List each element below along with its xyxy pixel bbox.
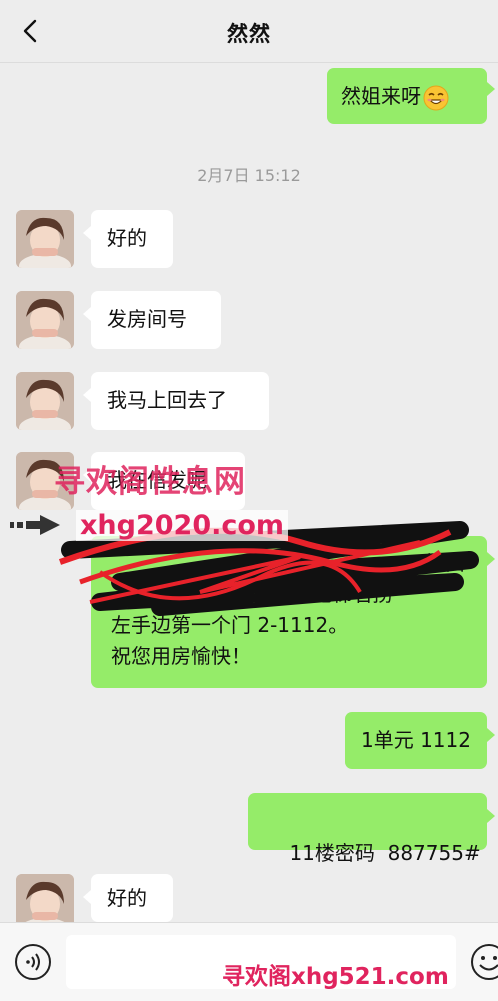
watermark-domain: xhg2020.com: [76, 510, 289, 541]
bubble-tail: [487, 809, 495, 823]
message-text: 我马上回去了: [107, 388, 227, 412]
bubble-tail: [487, 728, 495, 742]
message-text: 1单元 1112: [361, 728, 471, 752]
input-bar: 寻欢阁xhg521.com: [0, 922, 498, 1001]
message-bubble-outgoing[interactable]: 楼西 一单)11楼，出电梯右拐 左手边第一个门 2-1112。 祝您用房愉快！: [91, 536, 487, 688]
bubble-tail: [83, 307, 91, 321]
bubble-tail: [83, 890, 91, 904]
message-text: 然姐来呀: [341, 84, 421, 108]
bubble-tail: [487, 552, 495, 566]
emoji-icon[interactable]: [470, 943, 498, 981]
bubble-tail: [83, 388, 91, 402]
avatar-photo: [16, 291, 74, 349]
contact-avatar[interactable]: [16, 372, 74, 430]
message-text: 发房间号: [107, 307, 187, 331]
message-text: 11楼密码 887755#: [289, 841, 481, 865]
message-text: 好的: [107, 226, 147, 250]
message-bubble-incoming[interactable]: 好的: [91, 210, 173, 268]
grinning-face-emoji-icon: [423, 85, 449, 110]
avatar-photo: [16, 372, 74, 430]
message-line: 左手边第一个门 2-1112。: [111, 613, 349, 637]
message-line: 楼西: [425, 551, 465, 575]
watermark-site-name: 寻欢阁性息网: [54, 464, 246, 500]
message-bubble-incoming[interactable]: 发房间号: [91, 291, 221, 349]
message-text: 好的: [107, 886, 147, 910]
contact-avatar[interactable]: [16, 210, 74, 268]
message-bubble-incoming[interactable]: 我马上回去了: [91, 372, 269, 430]
watermark-bottom: 寻欢阁xhg521.com: [222, 964, 449, 990]
arrow-right-icon: [10, 515, 60, 535]
voice-input-icon[interactable]: [14, 943, 52, 981]
message-timestamp: 2月7日 15:12: [197, 166, 301, 185]
message-bubble-outgoing[interactable]: 1单元 1112: [345, 712, 487, 769]
bubble-tail: [83, 226, 91, 240]
message-bubble-outgoing[interactable]: 11楼密码 887755#: [248, 793, 487, 865]
chat-messages[interactable]: 然姐来呀 2月7日 15:12 好的 发房间号 我马上回去了 我在信发呢 楼西 …: [0, 62, 498, 932]
avatar-photo: [16, 210, 74, 268]
contact-avatar[interactable]: [16, 291, 74, 349]
message-line: 一单)11楼，出电梯右拐: [179, 582, 393, 606]
message-bubble-incoming[interactable]: 好的: [91, 874, 173, 922]
nav-bar: 然然: [0, 0, 498, 63]
message-line: 祝您用房愉快！: [111, 644, 251, 668]
chat-title: 然然: [227, 22, 271, 46]
message-bubble-outgoing[interactable]: 然姐来呀: [327, 68, 487, 124]
bubble-tail: [487, 82, 495, 96]
